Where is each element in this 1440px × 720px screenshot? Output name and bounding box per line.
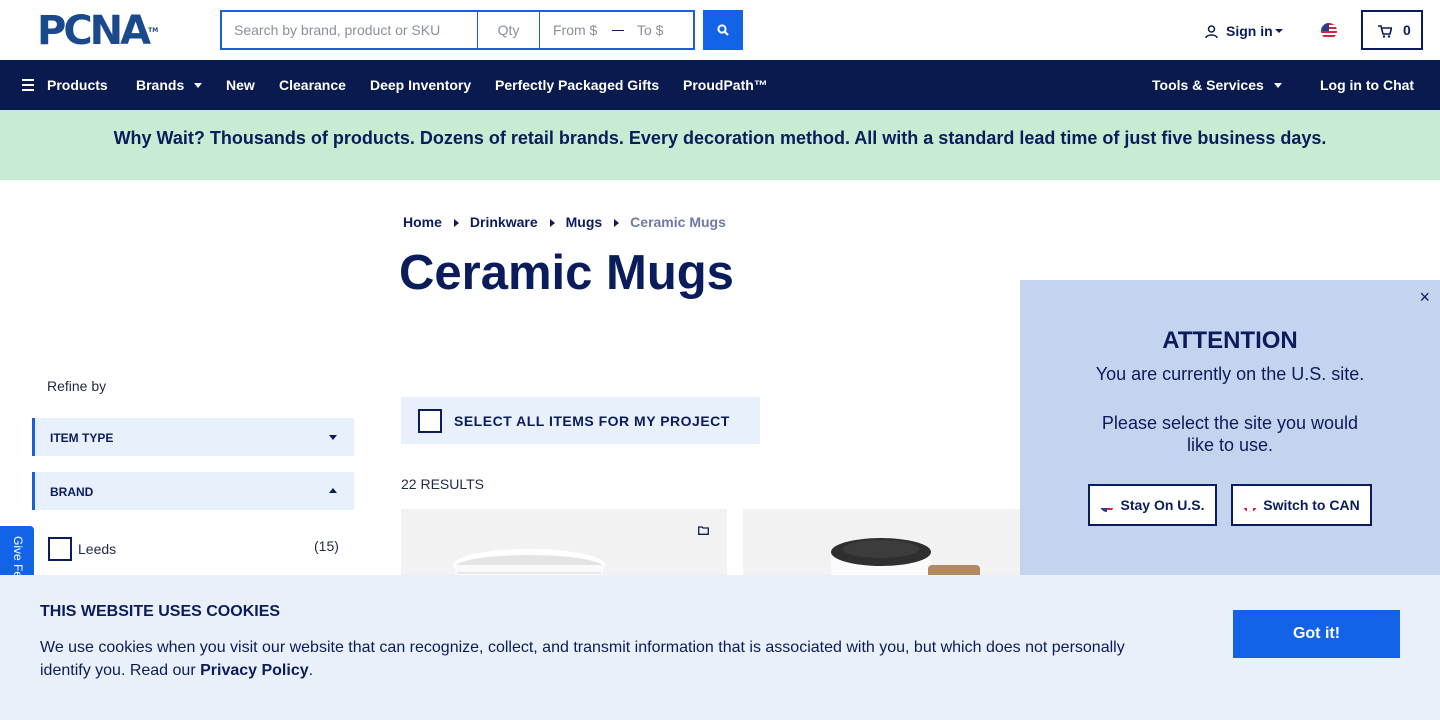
pcna-logo[interactable]: PCNATM	[37, 11, 158, 51]
facet-label: ITEM TYPE	[50, 431, 114, 445]
site-selection-modal: × ATTENTION You are currently on the U.S…	[1020, 280, 1440, 580]
canada-flag-icon	[1243, 498, 1258, 512]
cookie-accept-button[interactable]: Got it!	[1233, 610, 1400, 658]
close-icon[interactable]: ×	[1419, 288, 1430, 306]
modal-prompt: Please select the site you would like to…	[1101, 413, 1359, 455]
nav-gifts[interactable]: Perfectly Packaged Gifts	[495, 77, 659, 93]
chevron-right-icon	[453, 219, 459, 227]
user-icon	[1205, 25, 1218, 39]
breadcrumb-drinkware[interactable]: Drinkware	[470, 214, 538, 230]
results-count: 22 RESULTS	[401, 476, 484, 492]
us-flag-icon	[1100, 498, 1115, 512]
nav-chat[interactable]: Log in to Chat	[1320, 77, 1414, 93]
facet-brand[interactable]: BRAND	[32, 472, 354, 510]
search-input[interactable]: Search by brand, product or SKU	[220, 10, 478, 50]
cookie-title: THIS WEBSITE USES COOKIES	[40, 603, 281, 620]
menu-icon	[22, 79, 34, 91]
nav-tools-services[interactable]: Tools & Services	[1152, 77, 1282, 93]
us-flag-icon[interactable]	[1321, 23, 1337, 39]
cookie-banner: THIS WEBSITE USES COOKIES We use cookies…	[0, 575, 1440, 720]
price-from-input[interactable]: From $	[553, 12, 597, 48]
promo-banner: Why Wait? Thousands of products. Dozens …	[0, 110, 1440, 180]
top-header: PCNATM Search by brand, product or SKU Q…	[0, 0, 1440, 60]
cart-icon	[1378, 25, 1392, 38]
chevron-down-icon	[329, 435, 337, 440]
select-all-bar[interactable]: SELECT ALL ITEMS FOR MY PROJECT	[401, 397, 760, 444]
nav-proudpath[interactable]: ProudPath™	[683, 77, 768, 93]
brand-leeds-checkbox[interactable]	[48, 537, 72, 561]
price-to-input[interactable]: To $	[637, 12, 663, 48]
facet-item-type[interactable]: ITEM TYPE	[32, 418, 354, 456]
privacy-policy-link[interactable]: Privacy Policy	[200, 662, 309, 679]
select-all-checkbox[interactable]	[418, 409, 442, 433]
breadcrumb-home[interactable]: Home	[403, 214, 442, 230]
facet-label: BRAND	[50, 485, 94, 499]
chevron-right-icon	[549, 219, 555, 227]
sign-in-menu[interactable]: Sign in	[1205, 22, 1283, 40]
cart-button[interactable]: 0	[1361, 10, 1423, 50]
brand-leeds-count: (15)	[314, 538, 339, 554]
chevron-down-icon	[1274, 29, 1283, 33]
quantity-input[interactable]: Qty	[477, 10, 540, 50]
nav-deep-inventory[interactable]: Deep Inventory	[370, 77, 471, 93]
main-nav: Products Brands New Clearance Deep Inven…	[0, 60, 1440, 110]
stay-us-button[interactable]: Stay On U.S.	[1088, 484, 1217, 526]
search-icon	[717, 24, 729, 36]
refine-label: Refine by	[47, 378, 107, 394]
chevron-right-icon	[614, 219, 620, 227]
select-all-label: SELECT ALL ITEMS FOR MY PROJECT	[454, 413, 730, 429]
nav-brands[interactable]: Brands	[136, 77, 203, 93]
folder-icon[interactable]	[698, 526, 709, 535]
breadcrumb-current: Ceramic Mugs	[630, 214, 726, 230]
page-title: Ceramic Mugs	[399, 246, 734, 300]
chevron-up-icon	[329, 488, 337, 493]
chevron-down-icon	[194, 83, 203, 88]
breadcrumb: Home Drinkware Mugs Ceramic Mugs	[403, 214, 726, 230]
cart-count: 0	[1403, 22, 1411, 38]
nav-new[interactable]: New	[226, 77, 255, 93]
cookie-text: We use cookies when you visit our websit…	[40, 639, 1125, 679]
nav-clearance[interactable]: Clearance	[279, 77, 346, 93]
modal-title: ATTENTION	[1162, 327, 1298, 354]
breadcrumb-mugs[interactable]: Mugs	[566, 214, 603, 230]
chevron-down-icon	[1273, 83, 1282, 88]
modal-message: You are currently on the U.S. site.	[1095, 364, 1365, 384]
brand-leeds-label[interactable]: Leeds	[78, 541, 116, 557]
nav-products[interactable]: Products	[47, 77, 108, 93]
price-range-input[interactable]: From $ To $	[539, 10, 695, 50]
search-button[interactable]	[703, 10, 743, 50]
price-range-dash	[612, 30, 624, 31]
switch-can-button[interactable]: Switch to CAN	[1231, 484, 1372, 526]
